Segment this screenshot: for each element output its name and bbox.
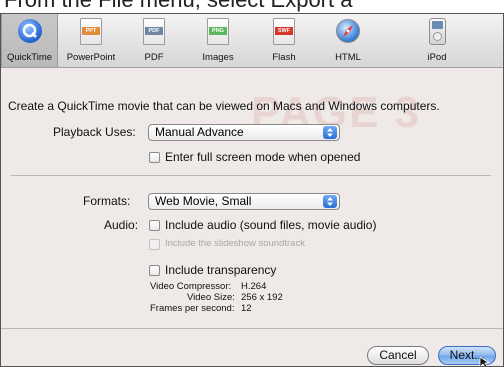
include-audio-checkbox[interactable] [149, 220, 160, 231]
quicktime-icon [17, 19, 42, 43]
tab-ipod[interactable]: iPod [407, 14, 467, 67]
panel-description: Create a QuickTime movie that can be vie… [8, 99, 440, 113]
pdf-icon-badge: PDF [145, 27, 163, 35]
video-compressor-value: H.264 [241, 281, 267, 292]
tab-label-pdf: PDF [144, 52, 164, 63]
tab-label-html: HTML [335, 52, 361, 63]
slideshow-soundtrack-label: Include the slideshow soundtrack [165, 238, 305, 249]
video-size-value: 256 x 192 [241, 292, 283, 303]
images-icon-badge: PNG [209, 27, 227, 35]
tab-label-images: Images [202, 52, 234, 63]
safari-compass-icon [336, 19, 360, 43]
export-dialog: QuickTime PPT PowerPoint PDF PDF PNG Ima… [0, 13, 504, 367]
page-caption: From the File menu, select Export a [0, 0, 504, 13]
mouse-pointer-icon [479, 357, 491, 366]
pdf-icon: PDF [143, 18, 165, 45]
frames-per-second-value: 12 [241, 303, 252, 314]
section-divider [11, 175, 491, 176]
video-compressor-label: Video Compressor: [150, 281, 232, 292]
playback-uses-value: Manual Advance [155, 125, 244, 139]
ipod-icon [429, 18, 446, 45]
popup-arrows-icon [323, 126, 337, 139]
playback-uses-label: Playback Uses: [53, 125, 136, 139]
tab-flash[interactable]: SWF Flash [254, 14, 314, 67]
footer-divider [1, 328, 503, 329]
tab-label-ipod: iPod [427, 52, 447, 63]
powerpoint-icon: PPT [80, 18, 102, 45]
include-audio-label: Include audio (sound files, movie audio) [165, 218, 377, 232]
tab-label-powerpoint: PowerPoint [66, 52, 116, 63]
popup-arrows-icon [323, 195, 337, 208]
frames-per-second-label: Frames per second: [150, 303, 235, 314]
playback-uses-popup[interactable]: Manual Advance [148, 124, 340, 141]
tab-html[interactable]: HTML [317, 14, 379, 67]
fullscreen-checkbox[interactable] [149, 152, 160, 163]
formats-label: Formats: [83, 194, 131, 208]
formats-popup[interactable]: Web Movie, Small [148, 193, 340, 210]
flash-icon: SWF [273, 18, 295, 45]
tab-powerpoint[interactable]: PPT PowerPoint [61, 14, 121, 67]
quicktime-export-panel: PAGE 3 Create a QuickTime movie that can… [1, 68, 503, 366]
powerpoint-icon-badge: PPT [82, 27, 100, 35]
tab-label-flash: Flash [272, 52, 296, 63]
fullscreen-label: Enter full screen mode when opened [165, 150, 361, 164]
tab-pdf[interactable]: PDF PDF [124, 14, 184, 67]
include-transparency-checkbox[interactable] [149, 265, 160, 276]
formats-value: Web Movie, Small [155, 194, 252, 208]
tab-quicktime[interactable]: QuickTime [1, 14, 58, 67]
images-icon: PNG [207, 18, 229, 45]
tab-label-quicktime: QuickTime [6, 52, 53, 63]
tab-images[interactable]: PNG Images [187, 14, 249, 67]
include-transparency-label: Include transparency [165, 263, 277, 277]
audio-label: Audio: [104, 218, 139, 232]
cancel-button[interactable]: Cancel [367, 346, 429, 365]
export-format-toolbar: QuickTime PPT PowerPoint PDF PDF PNG Ima… [1, 14, 503, 68]
slideshow-soundtrack-checkbox[interactable] [149, 239, 160, 250]
video-size-label: Video Size: [187, 292, 235, 303]
flash-icon-badge: SWF [275, 27, 293, 35]
